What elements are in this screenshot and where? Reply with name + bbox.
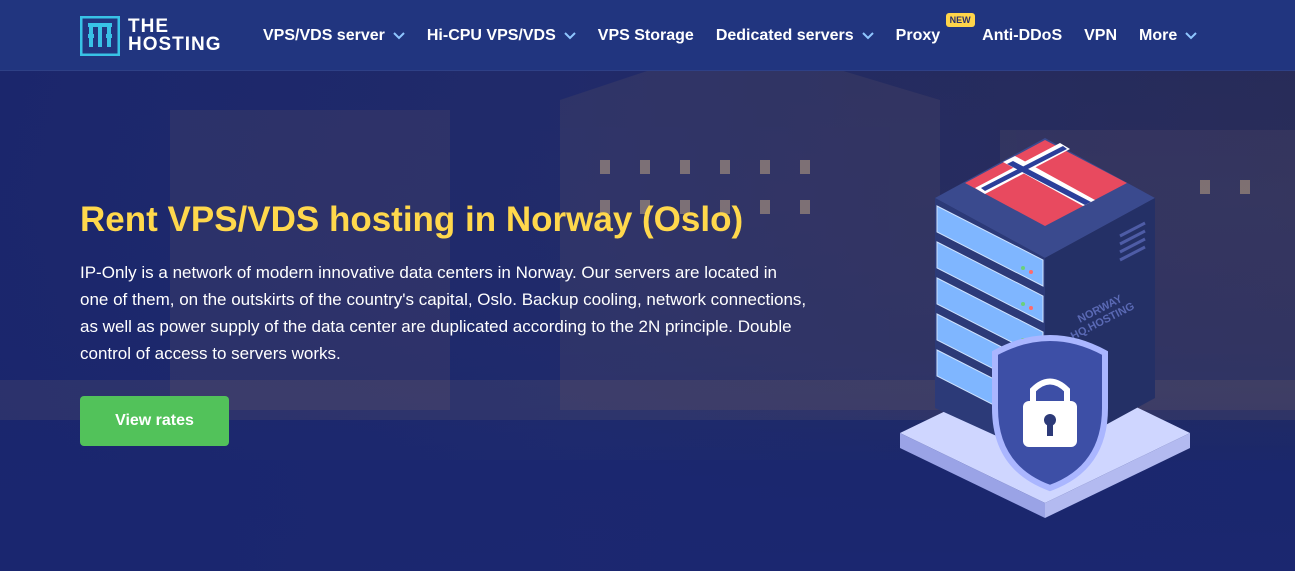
nav-item-vps-vds-server[interactable]: VPS/VDS server <box>263 27 405 45</box>
chevron-down-icon <box>861 31 874 39</box>
nav-item-anti-ddos[interactable]: Anti-DDoS <box>982 27 1062 45</box>
page-title: Rent VPS/VDS hosting in Norway (Oslo) <box>80 200 744 239</box>
nav-item-more[interactable]: More <box>1139 27 1197 45</box>
chevron-down-icon <box>564 31 576 39</box>
logo-icon <box>80 16 120 56</box>
brand-logo[interactable]: THE HOSTING <box>80 16 240 56</box>
logo-wordmark: THE HOSTING <box>128 17 222 55</box>
top-navigation-bar: THE HOSTING VPS/VDS server Hi-CPU VPS/VD… <box>0 0 1295 71</box>
main-nav: VPS/VDS server Hi-CPU VPS/VDS VPS Storag… <box>263 0 1219 71</box>
nav-item-label: VPN <box>1084 26 1118 44</box>
nav-item-label: VPS Storage <box>597 26 694 44</box>
chevron-down-icon <box>393 31 405 39</box>
shield-lock-icon <box>992 335 1108 492</box>
nav-item-hi-cpu-vps-vds[interactable]: Hi-CPU VPS/VDS <box>427 27 576 45</box>
nav-item-vpn[interactable]: VPN <box>1084 27 1117 45</box>
nav-item-label: Hi-CPU VPS/VDS <box>426 26 556 44</box>
nav-item-label: Anti-DDoS <box>982 26 1063 44</box>
nav-item-label: VPS/VDS server <box>263 26 385 44</box>
chevron-down-icon <box>1185 31 1197 39</box>
nav-item-label: More <box>1139 26 1178 44</box>
nav-item-dedicated-servers[interactable]: Dedicated servers <box>716 27 874 45</box>
hero-section: THE HOSTING VPS/VDS server Hi-CPU VPS/VD… <box>0 0 1295 571</box>
server-rack-illustration: NORWAY HQ.HOSTING <box>900 138 1190 518</box>
nav-item-label: Proxy <box>895 26 941 44</box>
nav-item-vps-storage[interactable]: VPS Storage <box>598 27 694 45</box>
nav-item-label: Dedicated servers <box>715 26 854 44</box>
hero-description: IP-Only is a network of modern innovativ… <box>80 263 807 363</box>
view-rates-button[interactable]: View rates <box>80 396 229 446</box>
nav-item-proxy[interactable]: Proxy NEW <box>895 12 975 45</box>
logo-line-2: HOSTING <box>128 34 222 55</box>
new-badge: NEW <box>945 12 975 27</box>
